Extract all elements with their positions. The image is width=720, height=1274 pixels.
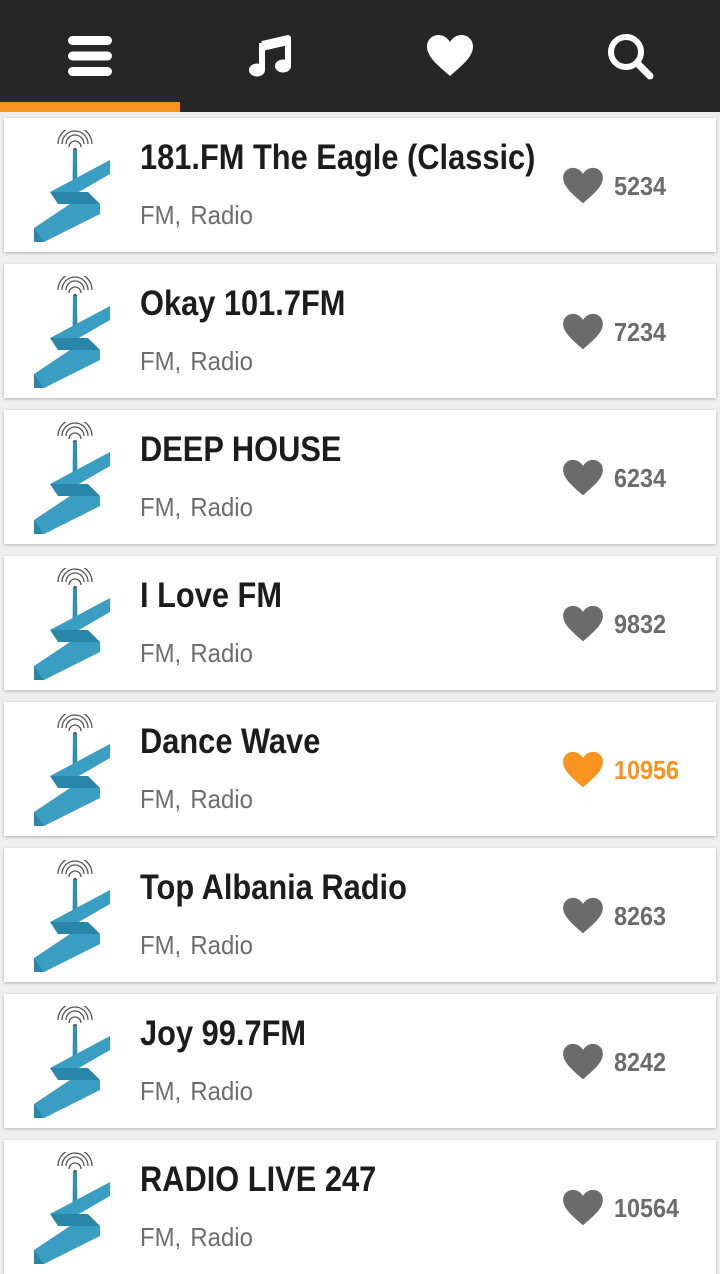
- favorite-button[interactable]: 5234: [562, 166, 672, 206]
- heart-icon: [563, 459, 603, 496]
- top-navigation-bar: [0, 0, 720, 112]
- station-tag-type: Radio: [190, 784, 253, 814]
- station-tag-band: FM,: [140, 1222, 182, 1252]
- radio-tower-logo-icon: [30, 710, 122, 826]
- radio-tower-logo-icon: [30, 1002, 122, 1118]
- station-name: Dance Wave: [140, 722, 321, 761]
- radio-tower-logo-icon: [30, 1148, 122, 1264]
- station-tag-type: Radio: [190, 200, 253, 230]
- menu-icon: [68, 36, 112, 76]
- favorite-count: 7234: [614, 316, 667, 347]
- radio-tower-logo-icon: [30, 126, 122, 242]
- favorite-button[interactable]: 8242: [562, 1042, 672, 1082]
- favorite-button[interactable]: 8263: [562, 896, 672, 936]
- station-tag-type: Radio: [190, 346, 253, 376]
- favorite-button[interactable]: 9832: [562, 604, 672, 644]
- station-tag-band: FM,: [140, 346, 182, 376]
- active-tab-indicator: [0, 102, 180, 112]
- station-name: RADIO LIVE 247: [140, 1160, 377, 1199]
- station-card[interactable]: RADIO LIVE 247 FM, Radio 10564: [4, 1140, 716, 1274]
- radio-tower-logo-icon: [30, 564, 122, 680]
- station-card[interactable]: I Love FM FM, Radio 9832: [4, 556, 716, 690]
- station-tag-band: FM,: [140, 1076, 182, 1106]
- favorite-count: 6234: [614, 462, 667, 493]
- station-card[interactable]: Okay 101.7FM FM, Radio 7234: [4, 264, 716, 398]
- station-name: Joy 99.7FM: [140, 1014, 307, 1053]
- station-name: DEEP HOUSE: [140, 430, 342, 469]
- tab-music[interactable]: [180, 0, 360, 112]
- favorite-count: 5234: [614, 170, 667, 201]
- station-tags: FM, Radio: [140, 492, 253, 523]
- station-tag-band: FM,: [140, 638, 182, 668]
- tab-favorites[interactable]: [360, 0, 540, 112]
- heart-icon: [563, 605, 603, 642]
- favorite-button[interactable]: 6234: [562, 458, 672, 498]
- station-tags: FM, Radio: [140, 200, 253, 231]
- station-tag-band: FM,: [140, 200, 182, 230]
- favorite-button[interactable]: 10564: [562, 1188, 686, 1228]
- station-tag-type: Radio: [190, 1222, 253, 1252]
- heart-icon: [563, 313, 603, 350]
- station-tag-band: FM,: [140, 784, 182, 814]
- favorite-button[interactable]: 7234: [562, 312, 672, 352]
- station-card[interactable]: 181.FM The Eagle (Classic) FM, Radio 5234: [4, 118, 716, 252]
- favorite-count: 10956: [614, 754, 680, 785]
- station-name: I Love FM: [140, 576, 283, 615]
- heart-icon: [563, 897, 603, 934]
- station-tags: FM, Radio: [140, 346, 253, 377]
- station-tags: FM, Radio: [140, 638, 253, 669]
- search-icon: [608, 34, 654, 80]
- station-name: Top Albania Radio: [140, 868, 407, 907]
- station-card[interactable]: Joy 99.7FM FM, Radio 8242: [4, 994, 716, 1128]
- heart-icon: [563, 751, 603, 788]
- radio-tower-logo-icon: [30, 272, 122, 388]
- heart-icon: [563, 1043, 603, 1080]
- station-tag-type: Radio: [190, 1076, 253, 1106]
- favorite-count: 10564: [614, 1192, 680, 1223]
- favorite-button[interactable]: 10956: [562, 750, 686, 790]
- station-tags: FM, Radio: [140, 1222, 253, 1253]
- station-name: Okay 101.7FM: [140, 284, 346, 323]
- station-tag-type: Radio: [190, 638, 253, 668]
- station-tag-type: Radio: [190, 492, 253, 522]
- radio-tower-logo-icon: [30, 418, 122, 534]
- heart-icon: [427, 35, 473, 76]
- station-card[interactable]: Dance Wave FM, Radio 10956: [4, 702, 716, 836]
- station-name: 181.FM The Eagle (Classic): [140, 138, 536, 177]
- heart-icon: [563, 1189, 603, 1226]
- station-tags: FM, Radio: [140, 930, 253, 961]
- heart-icon: [563, 167, 603, 204]
- radio-tower-logo-icon: [30, 856, 122, 972]
- station-tags: FM, Radio: [140, 1076, 253, 1107]
- station-tag-band: FM,: [140, 492, 182, 522]
- music-note-icon: [249, 35, 291, 77]
- favorite-count: 9832: [614, 608, 667, 639]
- tab-search[interactable]: [540, 0, 720, 112]
- station-tag-band: FM,: [140, 930, 182, 960]
- station-card[interactable]: DEEP HOUSE FM, Radio 6234: [4, 410, 716, 544]
- favorite-count: 8242: [614, 1046, 667, 1077]
- tab-menu[interactable]: [0, 0, 180, 112]
- favorite-count: 8263: [614, 900, 667, 931]
- station-tags: FM, Radio: [140, 784, 253, 815]
- station-tag-type: Radio: [190, 930, 253, 960]
- station-card[interactable]: Top Albania Radio FM, Radio 8263: [4, 848, 716, 982]
